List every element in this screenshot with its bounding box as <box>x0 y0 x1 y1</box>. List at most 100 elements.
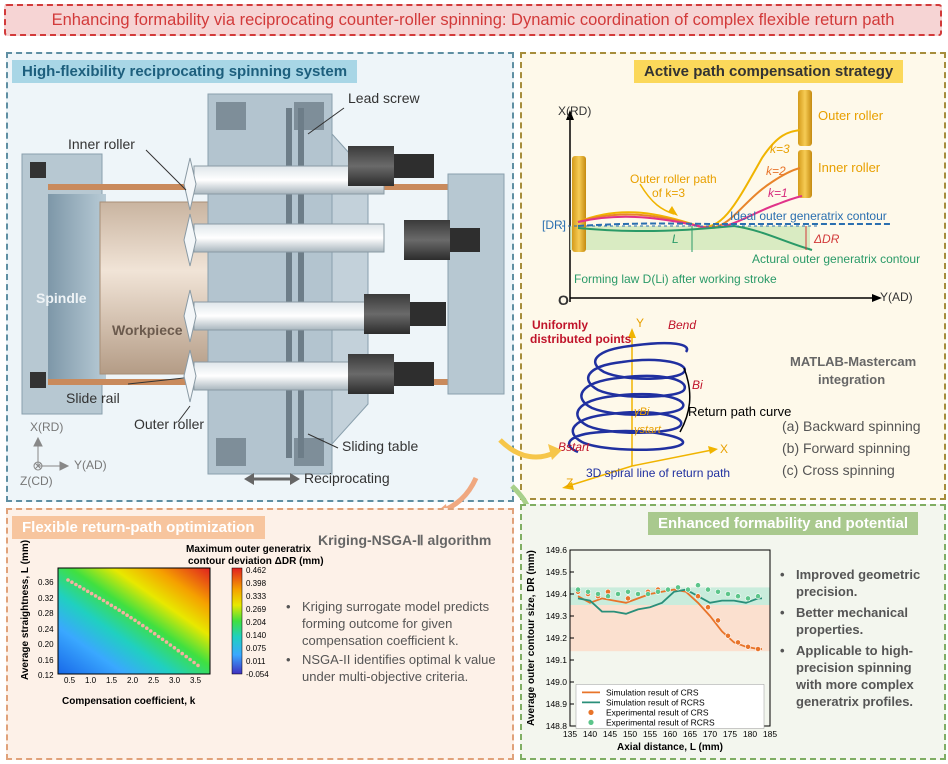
opt-ytick: 0.28 <box>38 609 54 618</box>
uniform-points-label-2: distributed points <box>530 332 632 346</box>
series-point-3 <box>605 593 611 600</box>
series-point-3 <box>705 586 711 593</box>
series-point-2 <box>725 632 731 639</box>
optimization-bullets: • Kriging surrogate model predicts formin… <box>286 598 496 685</box>
series-point-3 <box>695 582 701 589</box>
pareto-point <box>101 598 106 603</box>
optimization-panel: Flexible return-path optimization Krigin… <box>6 508 514 760</box>
xtick-label: 135 <box>563 729 577 739</box>
legend-swatch-3 <box>588 719 594 725</box>
opt-ylabel: Average straightness, L (mm) <box>20 539 31 680</box>
pareto-point <box>113 605 118 610</box>
spiral-x-label: X <box>720 442 729 456</box>
spinning-machine-illustration <box>21 93 505 485</box>
pareto-point <box>70 580 74 584</box>
opt-xlabel: Compensation coefficient, k <box>62 696 196 707</box>
pareto-point <box>78 584 82 589</box>
opt-xtick: 3.0 <box>169 676 181 685</box>
opt-ytick: 0.24 <box>38 624 54 634</box>
outer-roller <box>798 90 812 146</box>
k3-label: k=3 <box>770 142 790 156</box>
series-point-3 <box>615 591 621 597</box>
xtick-label: 155 <box>643 729 657 739</box>
opt-ytick: 0.12 <box>38 671 54 680</box>
opt-bullet-1: • Kriging surrogate model predicts formin… <box>286 599 490 648</box>
chart-xlabel: Axial distance, L (mm) <box>617 742 723 753</box>
ytick-label: 149.2 <box>546 633 568 643</box>
opt-ytick: 0.16 <box>38 655 54 665</box>
ytick-label: 148.9 <box>546 699 568 709</box>
axis-x-label: X(RD) <box>30 420 64 434</box>
formability-bullets: • Improved geometric precision. • Better m… <box>780 566 940 710</box>
formability-panel-title: Enhanced formability and potential <box>648 512 919 535</box>
legend-label-1: Simulation result of RCRS <box>606 697 705 707</box>
pareto-point <box>109 603 114 608</box>
spindle-label: Spindle <box>36 290 87 306</box>
slide-rail-label: Slide rail <box>66 390 120 406</box>
L-label: L <box>672 232 679 246</box>
colorbar-tick: 0.204 <box>246 618 267 627</box>
page-title: Enhancing formability via reciprocating … <box>51 10 895 29</box>
pareto-point <box>141 623 145 628</box>
spiral-y-label: Y <box>636 316 645 330</box>
outer-path-label: Outer roller path <box>630 172 717 186</box>
matlab-label: MATLAB-Mastercam <box>790 354 917 369</box>
xtick-label: 175 <box>723 729 737 739</box>
series-point-3 <box>585 588 591 595</box>
colorbar-tick: 0.011 <box>246 657 266 666</box>
comp-origin: O <box>558 292 569 308</box>
mode-a: (a) Backward spinning <box>782 418 921 434</box>
outer-path-label-2: of k=3 <box>652 186 686 200</box>
xtick-label: 150 <box>623 729 637 739</box>
axis-z-label: Z(CD) <box>20 474 53 488</box>
matlab-label-2: integration <box>818 372 886 387</box>
series-point-3 <box>645 591 651 597</box>
pareto-point <box>168 643 173 647</box>
series-point-3 <box>595 591 601 597</box>
inner-roller-tag: Inner roller <box>818 160 881 175</box>
pareto-point <box>152 631 157 636</box>
pareto-point <box>133 618 137 623</box>
form-bullet-1: • Improved geometric precision. <box>780 567 921 599</box>
pareto-point <box>180 651 184 656</box>
legend-swatch-2 <box>588 709 594 715</box>
inner-roller-label: Inner roller <box>68 136 135 152</box>
opt-xtick: 0.5 <box>64 676 76 685</box>
reciprocating-arrow <box>244 473 300 485</box>
series-point-2 <box>695 593 701 600</box>
reciprocating-label: Reciprocating <box>304 470 390 486</box>
series-point-2 <box>625 595 631 602</box>
xtick-label: 180 <box>743 729 757 739</box>
opt-xtick: 1.5 <box>106 676 118 685</box>
colorbar-tick: 0.398 <box>246 579 267 588</box>
series-point-2 <box>705 604 711 611</box>
opt-xtick: 1.0 <box>85 676 97 685</box>
ytick-label: 149.4 <box>546 589 568 599</box>
pareto-point <box>117 608 121 612</box>
dr-bracket-label: [DR] <box>542 218 566 232</box>
opt-xtick: 3.5 <box>190 676 202 685</box>
spiral-z-label: Z <box>566 476 574 490</box>
b-start-label: Bstart <box>558 440 590 454</box>
mode-c: (c) Cross spinning <box>782 462 895 478</box>
compensation-panel: Active path compensation strategy X(RD) … <box>520 52 946 500</box>
lead-screw <box>286 108 292 458</box>
k1-label: k=1 <box>768 186 788 200</box>
chart-ylabel: Average outer contour size, DR (mm) <box>526 550 537 726</box>
xtick-label: 185 <box>763 729 777 739</box>
b-end-label: Bend <box>668 318 697 332</box>
opt-bullet-2: • NSGA-II identifies optimal k value unde… <box>286 652 496 684</box>
roller-start <box>572 156 586 252</box>
series-point-2 <box>745 643 751 650</box>
colorbar-tick: 0.140 <box>246 631 267 640</box>
form-bullet-2: • Better mechanical properties. <box>780 605 908 637</box>
outer-roller-tag: Outer roller <box>818 108 884 123</box>
ytick-label: 149.1 <box>546 655 568 665</box>
legend-label-2: Experimental result of CRS <box>606 707 709 717</box>
form-bullet-3: • Applicable to high-precision spinning w… <box>780 643 914 709</box>
workpiece-label: Workpiece <box>112 322 183 338</box>
uniform-points-label: Uniformly <box>532 318 589 332</box>
colorbar <box>231 567 243 675</box>
b-i-label: Bi <box>692 378 703 392</box>
spinning-system-panel: High-flexibility reciprocating spinning … <box>6 52 514 502</box>
